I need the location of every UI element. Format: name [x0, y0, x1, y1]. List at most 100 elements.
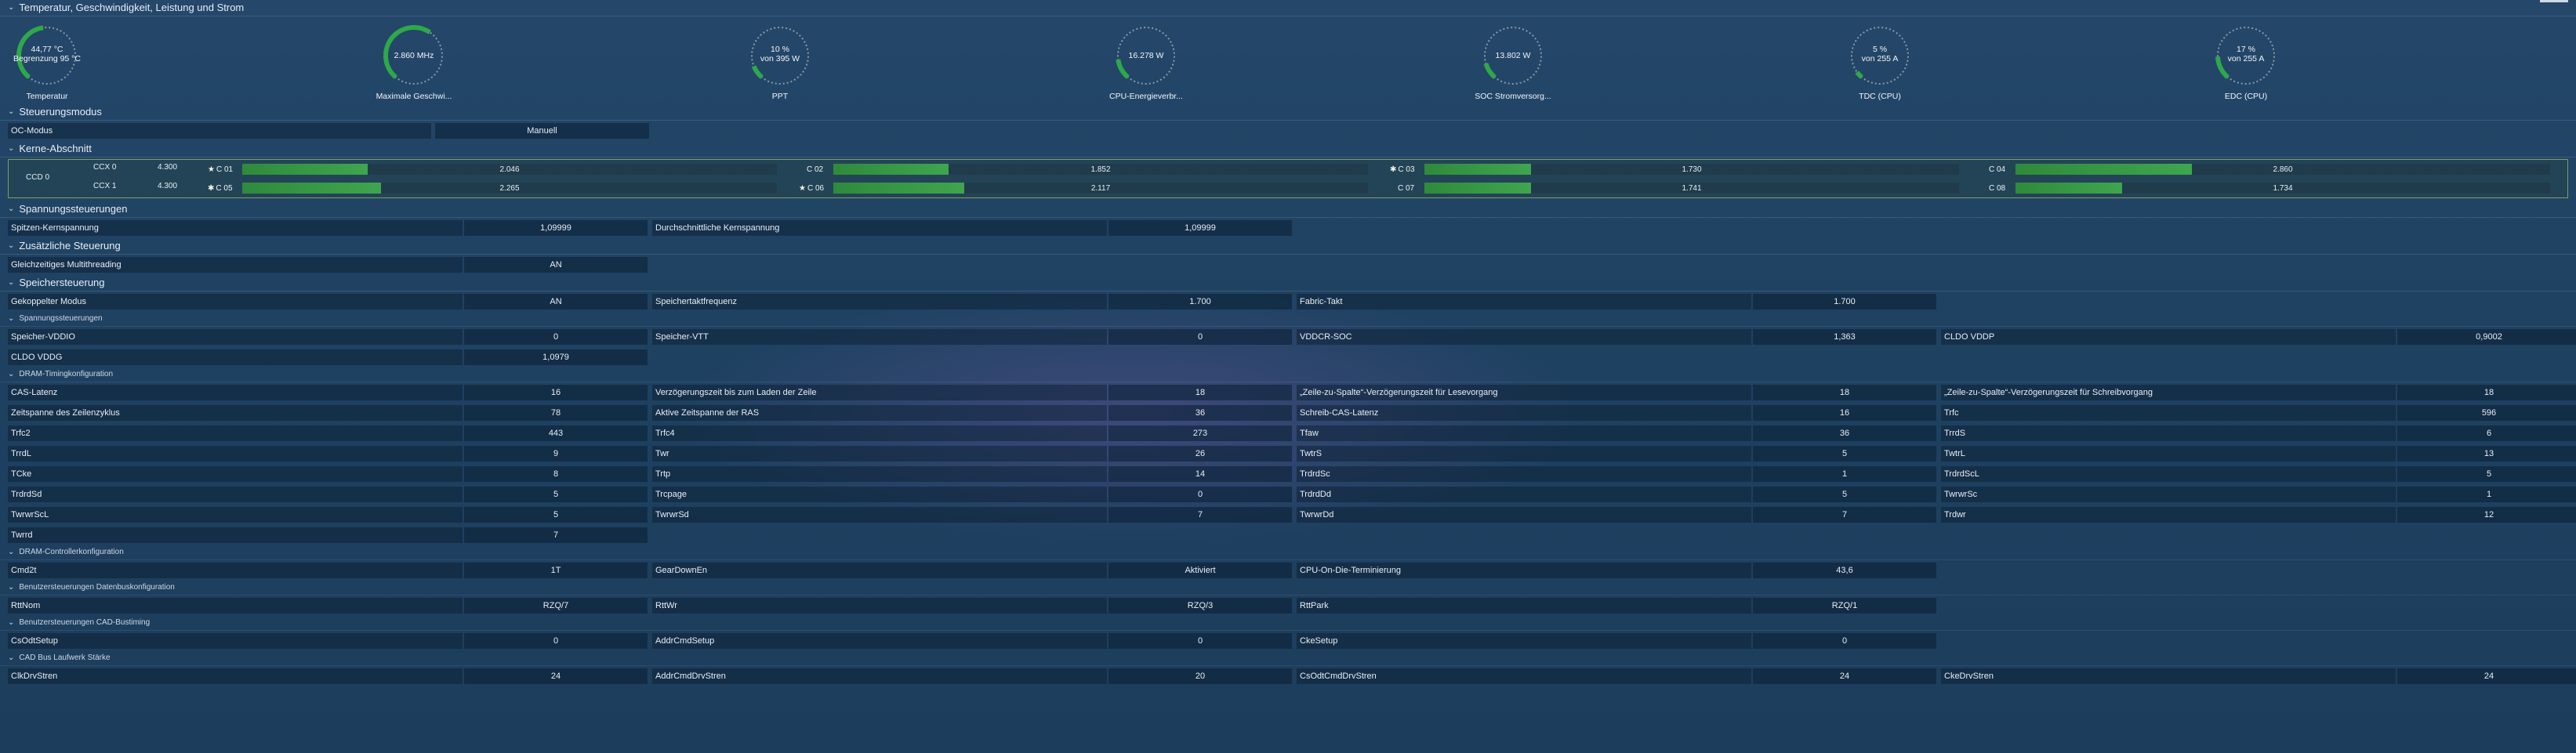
setting-value-field[interactable]: AN — [464, 294, 648, 310]
section-header-mode[interactable]: ⌄ Steuerungsmodus — [0, 104, 2576, 121]
setting-value-field[interactable]: 26 — [1108, 446, 1292, 462]
setting-label: Speicher-VDDIO — [11, 332, 75, 342]
setting-value-field[interactable]: 6 — [2397, 425, 2576, 441]
gauge-value: 16.278 W — [1083, 51, 1209, 60]
setting-value-field[interactable]: 7 — [1753, 507, 1936, 523]
setting-value-field[interactable]: 18 — [1108, 385, 1292, 400]
setting-value-field[interactable]: 1,0979 — [464, 349, 648, 365]
core-c04[interactable]: C 04 2.860 — [1976, 161, 2556, 177]
setting-value-field[interactable]: 9 — [464, 446, 648, 462]
core-c03[interactable]: ✱ C 03 1.730 — [1385, 161, 1965, 177]
setting-value-field[interactable]: Aktiviert — [1108, 563, 1292, 578]
setting-value-field[interactable]: 1,363 — [1753, 329, 1936, 345]
chevron-down-icon[interactable]: ⌄ — [8, 141, 14, 157]
setting-label: Trtp — [655, 469, 671, 479]
setting-value: AN — [550, 260, 562, 270]
setting-value-field[interactable]: 18 — [2397, 385, 2576, 400]
setting-value-field[interactable]: 0 — [1753, 633, 1936, 649]
setting-value-field[interactable]: 443 — [464, 425, 648, 441]
setting-value-field[interactable]: 24 — [464, 668, 648, 684]
setting-value-field[interactable]: 14 — [1108, 466, 1292, 482]
core-c07[interactable]: C 07 1.741 — [1385, 180, 1965, 196]
setting-label: TrdrdSc — [1300, 469, 1330, 479]
setting-value-field[interactable]: 5 — [464, 507, 648, 523]
setting-value-field[interactable]: 1.700 — [1108, 294, 1292, 310]
ccx-name: CCX 0 — [93, 163, 117, 172]
core-c02[interactable]: C 02 1.852 — [794, 161, 1374, 177]
setting-value-field[interactable]: 43,6 — [1753, 563, 1936, 578]
chevron-down-icon[interactable]: ⌄ — [8, 238, 14, 254]
setting-value-field[interactable]: 16 — [464, 385, 648, 400]
oc-mode-select[interactable]: Manuell — [435, 123, 649, 139]
setting-value-field[interactable]: 1 — [2397, 487, 2576, 502]
setting-value-field[interactable]: 20 — [1108, 668, 1292, 684]
setting-value-field[interactable]: 0 — [1108, 487, 1292, 502]
setting-value-field[interactable]: 78 — [464, 405, 648, 421]
setting-value-field[interactable]: 12 — [2397, 507, 2576, 523]
chevron-down-icon[interactable]: ⌄ — [8, 312, 14, 326]
core-name-text: C 07 — [1398, 183, 1415, 193]
setting-value-field[interactable]: 0 — [464, 329, 648, 345]
core-c05[interactable]: ✱ C 05 2.265 — [203, 180, 783, 196]
label-background — [8, 425, 463, 441]
core-c06[interactable]: ★ C 06 2.117 — [794, 180, 1374, 196]
setting-value-field[interactable]: 596 — [2397, 405, 2576, 421]
setting-value-field[interactable]: 24 — [1753, 668, 1936, 684]
chevron-down-icon[interactable]: ⌄ — [8, 367, 14, 382]
setting-value-field[interactable]: 5 — [1753, 487, 1936, 502]
setting-value-field[interactable]: 5 — [464, 487, 648, 502]
setting-value-field[interactable]: 0 — [1108, 329, 1292, 345]
setting-value-field[interactable]: 0 — [1108, 633, 1292, 649]
setting-value-field[interactable]: 1,09999 — [1108, 220, 1292, 236]
chevron-down-icon[interactable]: ⌄ — [8, 104, 14, 120]
subsection-header-cadbus[interactable]: ⌄ CAD Bus Laufwerk Stärke — [0, 651, 2576, 666]
setting-value-field[interactable]: 1T — [464, 563, 648, 578]
section-header-extra[interactable]: ⌄ Zusätzliche Steuerung — [0, 238, 2576, 255]
setting-value-field[interactable]: 1,09999 — [464, 220, 648, 236]
subsection-header-databus[interactable]: ⌄ Benutzersteuerungen Datenbuskonfigurat… — [0, 581, 2576, 596]
subsection-header-dram-timing[interactable]: ⌄ DRAM-Timingkonfiguration — [0, 367, 2576, 382]
label-background — [1297, 425, 1751, 441]
gauge-value-main: 17 % — [2237, 45, 2255, 54]
chevron-down-icon[interactable]: ⌄ — [8, 616, 14, 630]
setting-value-field[interactable]: 13 — [2397, 446, 2576, 462]
gauge-label: EDC (CPU) — [2224, 92, 2268, 101]
gauge-label: Maximale Geschwi... — [376, 92, 452, 101]
setting-value-field[interactable]: 7 — [464, 527, 648, 543]
section-header-voltage[interactable]: ⌄ Spannungssteuerungen — [0, 201, 2576, 218]
setting-value-field[interactable]: 0 — [464, 633, 648, 649]
subsection-header-cad[interactable]: ⌄ Benutzersteuerungen CAD-Bustiming — [0, 616, 2576, 631]
setting-value-field[interactable]: AN — [464, 257, 648, 273]
core-c08[interactable]: C 08 1.734 — [1976, 180, 2556, 196]
setting-value: 20 — [1195, 672, 1206, 681]
section-header-temperature[interactable]: ⌄ Temperatur, Geschwindigkeit, Leistung … — [0, 0, 2576, 16]
section-header-cores[interactable]: ⌄ Kerne-Abschnitt — [0, 141, 2576, 157]
setting-value-field[interactable]: 273 — [1108, 425, 1292, 441]
chevron-down-icon[interactable]: ⌄ — [8, 651, 14, 665]
setting-value-field[interactable]: 16 — [1753, 405, 1936, 421]
setting-value-field[interactable]: 5 — [2397, 466, 2576, 482]
chevron-down-icon[interactable]: ⌄ — [8, 275, 14, 291]
setting-value-field[interactable]: 36 — [1108, 405, 1292, 421]
setting-value-field[interactable]: 7 — [1108, 507, 1292, 523]
subsection-header-dram-ctrl[interactable]: ⌄ DRAM-Controllerkonfiguration — [0, 545, 2576, 560]
setting-value-field[interactable]: 5 — [1753, 446, 1936, 462]
chevron-down-icon[interactable]: ⌄ — [8, 545, 14, 559]
setting-value-field[interactable]: 18 — [1753, 385, 1936, 400]
setting-value-field[interactable]: 1 — [1753, 466, 1936, 482]
setting-value-field[interactable]: RZQ/7 — [464, 598, 648, 614]
setting-value-field[interactable]: 8 — [464, 466, 648, 482]
core-c01[interactable]: ★ C 01 2.046 — [203, 161, 783, 177]
setting-value-field[interactable]: 24 — [2397, 668, 2576, 684]
chevron-down-icon[interactable]: ⌄ — [8, 201, 14, 217]
setting-value-field[interactable]: RZQ/3 — [1108, 598, 1292, 614]
setting-value-field[interactable]: 36 — [1753, 425, 1936, 441]
setting-value-field[interactable]: 1.700 — [1753, 294, 1936, 310]
chevron-down-icon[interactable]: ⌄ — [8, 581, 14, 595]
label-background — [1941, 487, 2396, 502]
section-header-memory[interactable]: ⌄ Speichersteuerung — [0, 275, 2576, 291]
setting-value-field[interactable]: RZQ/1 — [1753, 598, 1936, 614]
setting-value-field[interactable]: 0,9002 — [2397, 329, 2576, 345]
subsection-header-mem-voltage[interactable]: ⌄ Spannungssteuerungen — [0, 312, 2576, 327]
chevron-down-icon[interactable]: ⌄ — [8, 0, 14, 16]
